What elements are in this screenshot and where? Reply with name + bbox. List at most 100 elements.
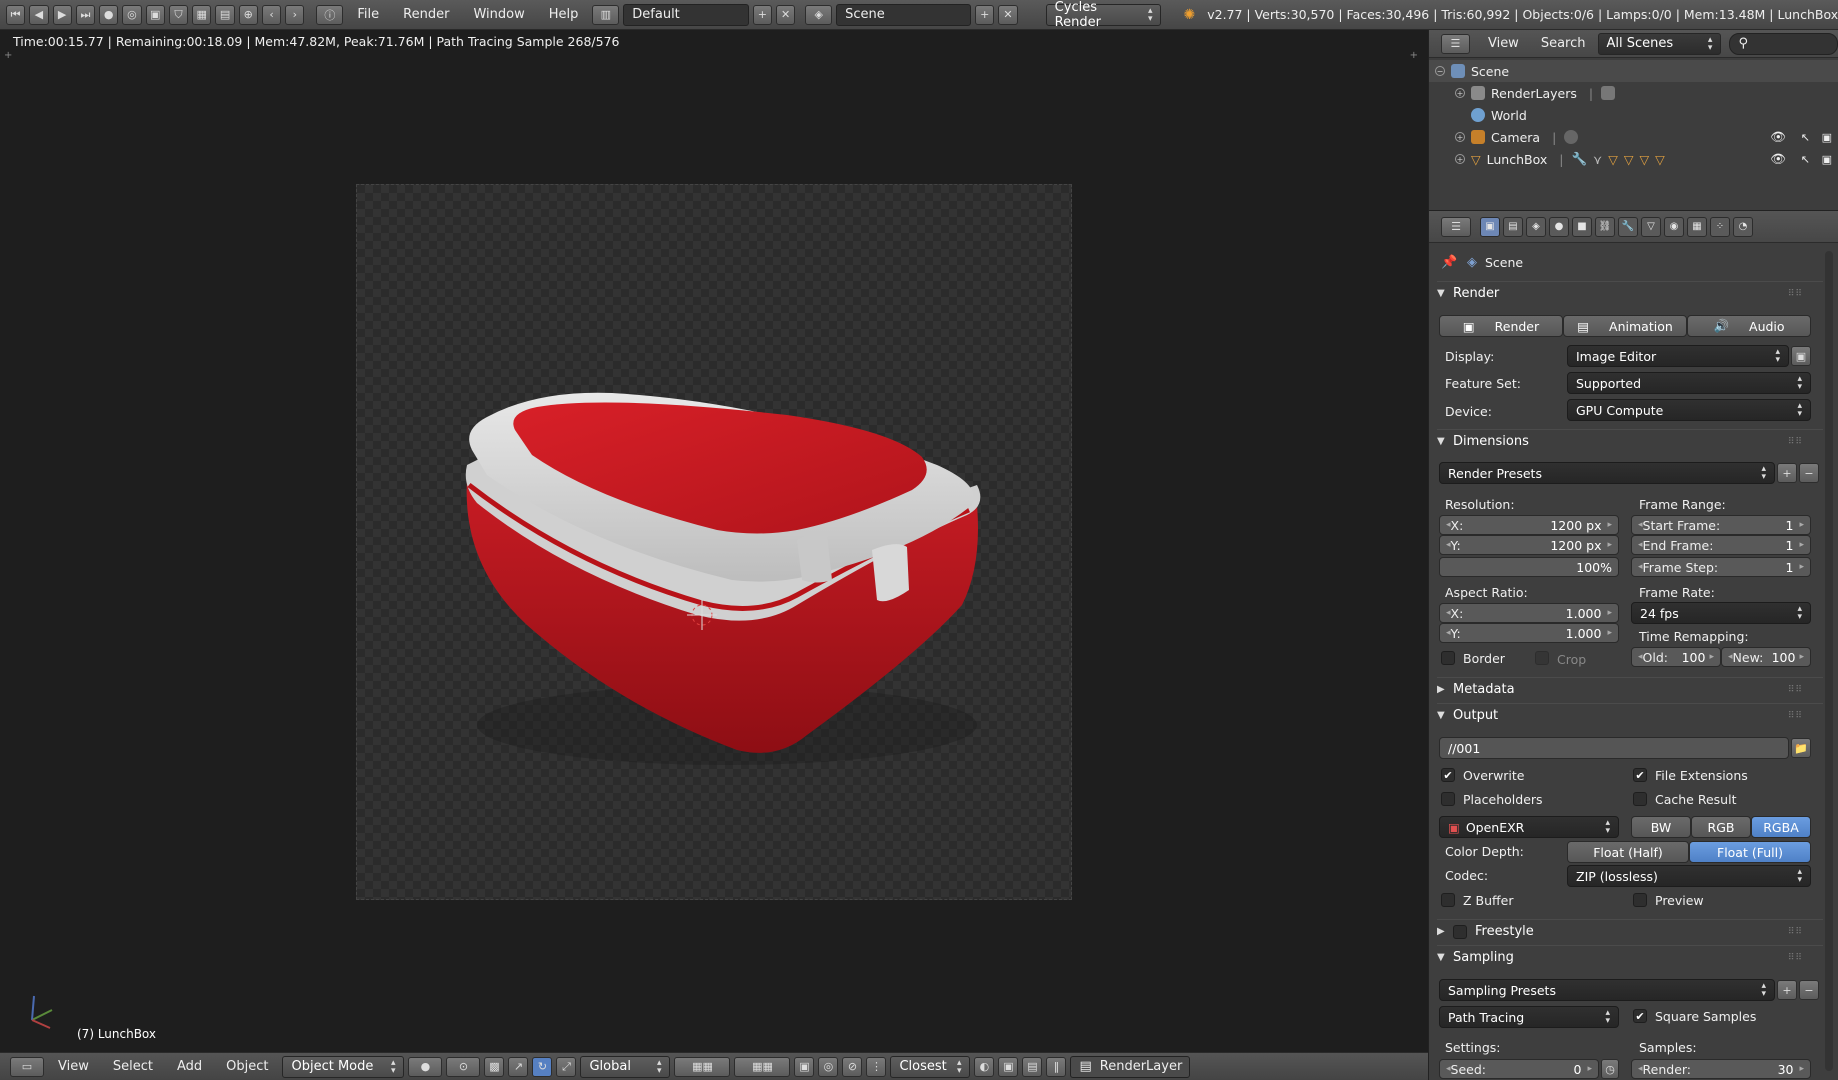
pivot-icon[interactable]: ⊙ bbox=[446, 1056, 481, 1077]
seed-field[interactable]: ◂ Seed: 0 ▸ bbox=[1439, 1059, 1599, 1079]
end-frame-field[interactable]: ◂ End Frame: 1 ▸ bbox=[1631, 535, 1811, 555]
remove-preset-icon[interactable]: − bbox=[1799, 980, 1819, 1000]
info-editor-icon[interactable]: ⓘ bbox=[316, 4, 344, 25]
placeholders-checkbox[interactable] bbox=[1441, 792, 1455, 806]
particles-tab-icon[interactable]: ⁘ bbox=[1710, 216, 1730, 237]
texture-tab-icon[interactable]: ▦ bbox=[1687, 216, 1707, 237]
editor-type-icon[interactable]: ☰ bbox=[1441, 33, 1470, 54]
remove-scene-icon[interactable]: ✕ bbox=[998, 4, 1018, 25]
folder-icon[interactable]: 📁 bbox=[1791, 738, 1811, 758]
overwrite-checkbox[interactable]: ✔ bbox=[1441, 768, 1455, 782]
audio-button[interactable]: 🔊 Audio bbox=[1687, 315, 1811, 337]
play-reverse-icon[interactable]: ◀ bbox=[29, 4, 49, 25]
jump-start-icon[interactable]: ⏮ bbox=[6, 4, 26, 25]
collapse-icon[interactable]: − bbox=[1435, 66, 1445, 76]
menu-select[interactable]: Select bbox=[103, 1059, 163, 1074]
scale-icon[interactable]: ⤢ bbox=[556, 1056, 577, 1077]
play-icon[interactable]: ▶ bbox=[52, 4, 72, 25]
render-camera-icon[interactable]: ▣ bbox=[1822, 153, 1832, 166]
drag-handle-icon[interactable]: ⠿⠿ bbox=[1788, 685, 1803, 695]
orientation-dropdown[interactable]: Global ▴ ▾ bbox=[580, 1055, 671, 1078]
integrator-dropdown[interactable]: Path Tracing ▴ ▾ bbox=[1439, 1006, 1619, 1028]
file-format-dropdown[interactable]: ▣ OpenEXR ▴ ▾ bbox=[1439, 816, 1619, 838]
wrench-icon[interactable]: 🔧 bbox=[1571, 151, 1587, 167]
panel-dimensions[interactable]: ▼ Dimensions ⠿⠿ bbox=[1437, 429, 1823, 453]
image-icon[interactable]: ▣ bbox=[1791, 346, 1811, 366]
pause-icon[interactable]: ‖ bbox=[1046, 1056, 1067, 1077]
snap-icon[interactable]: ⊘ bbox=[842, 1056, 863, 1077]
eye-icon[interactable]: 👁 bbox=[1770, 129, 1786, 145]
editor-type-icon[interactable]: ☰ bbox=[1441, 216, 1471, 237]
keying-icon[interactable]: ◎ bbox=[122, 4, 142, 25]
mesh-data-icon[interactable]: ⋎ bbox=[1593, 152, 1602, 167]
render-still-icon[interactable]: ▣ bbox=[998, 1056, 1019, 1077]
menu-view[interactable]: View bbox=[48, 1059, 99, 1074]
remove-preset-icon[interactable]: − bbox=[1799, 463, 1819, 483]
square-samples-checkbox[interactable]: ✔ bbox=[1633, 1009, 1647, 1023]
display-mode-dropdown[interactable]: All Scenes ▴ ▾ bbox=[1597, 32, 1722, 55]
resolution-y-field[interactable]: ◂ Y: 1200 px ▸ bbox=[1439, 535, 1619, 555]
menu-search[interactable]: Search bbox=[1537, 36, 1590, 51]
sampling-presets-dropdown[interactable]: Sampling Presets ▴ ▾ bbox=[1439, 979, 1775, 1001]
device-dropdown[interactable]: GPU Compute ▴ ▾ bbox=[1567, 399, 1811, 421]
tree-item-lunchbox[interactable]: + ▽ LunchBox | 🔧 ⋎ ▽ ▽ ▽ ▽ 👁 ↖ ▣ bbox=[1429, 148, 1838, 170]
codec-dropdown[interactable]: ZIP (lossless) ▴ ▾ bbox=[1567, 865, 1811, 887]
float-half-button[interactable]: Float (Half) bbox=[1567, 841, 1689, 863]
select-cursor-icon[interactable]: ↖ bbox=[1801, 153, 1810, 166]
physics-tab-icon[interactable]: ◔ bbox=[1733, 216, 1753, 237]
screen-layout-field[interactable]: Default bbox=[623, 3, 749, 26]
frame-rate-dropdown[interactable]: 24 fps ▴ ▾ bbox=[1631, 602, 1811, 624]
scene-field[interactable]: Scene bbox=[836, 3, 972, 26]
layers-icon[interactable]: ▦▦ bbox=[734, 1056, 791, 1077]
panel-metadata[interactable]: ▶ Metadata ⠿⠿ bbox=[1437, 677, 1823, 701]
object-tab-icon[interactable]: ■ bbox=[1572, 216, 1592, 237]
add-scene-icon[interactable]: + bbox=[975, 4, 995, 25]
camera-data-icon[interactable] bbox=[1564, 130, 1579, 144]
drag-handle-icon[interactable]: ⠿⠿ bbox=[1788, 711, 1803, 721]
renderlayer-icon[interactable] bbox=[1601, 86, 1616, 100]
tree-item-camera[interactable]: + Camera | 👁 ↖ ▣ bbox=[1429, 126, 1838, 148]
add-preset-icon[interactable]: + bbox=[1777, 463, 1797, 483]
preview-checkbox[interactable] bbox=[1633, 893, 1647, 907]
new-file-icon[interactable]: ▣ bbox=[145, 4, 165, 25]
menu-render[interactable]: Render bbox=[393, 7, 459, 22]
modifiers-tab-icon[interactable]: 🔧 bbox=[1618, 216, 1638, 237]
pin-icon[interactable]: 📌 bbox=[1441, 255, 1457, 270]
record-icon[interactable]: ● bbox=[99, 4, 119, 25]
menu-object[interactable]: Object bbox=[216, 1059, 278, 1074]
render-engine-dropdown[interactable]: Cycles Render ▴ ▾ bbox=[1045, 0, 1162, 30]
render-tab-icon[interactable]: ▣ bbox=[1480, 216, 1500, 237]
mesh-icon[interactable]: ▽ bbox=[1655, 152, 1665, 167]
clock-icon[interactable]: ◷ bbox=[1601, 1059, 1619, 1079]
outliner-search-input[interactable]: ⚲ bbox=[1729, 32, 1838, 55]
menu-window[interactable]: Window bbox=[463, 7, 534, 22]
corner-plus-icon[interactable]: + bbox=[1410, 50, 1418, 61]
outliner[interactable]: ☰ View Search All Scenes ▴ ▾ ⚲ − Scene + … bbox=[1428, 30, 1838, 210]
color-bw-button[interactable]: BW bbox=[1631, 816, 1691, 838]
output-path-input[interactable]: //001 bbox=[1439, 737, 1789, 759]
lock-layer-icon[interactable]: ▣ bbox=[794, 1056, 815, 1077]
mesh-icon[interactable]: ▽ bbox=[1608, 152, 1618, 167]
mesh-icon[interactable]: ▽ bbox=[1624, 152, 1634, 167]
panel-render[interactable]: ▼ Render ⠿⠿ bbox=[1437, 281, 1823, 305]
layers-icon[interactable]: ▦▦ bbox=[674, 1056, 731, 1077]
render-presets-dropdown[interactable]: Render Presets ▴ ▾ bbox=[1439, 462, 1775, 484]
render-layers-tab-icon[interactable]: ▤ bbox=[1503, 216, 1523, 237]
next-keyframe-icon[interactable]: › bbox=[285, 4, 305, 25]
editor-type-icon[interactable]: ▭ bbox=[10, 1056, 44, 1077]
menu-file[interactable]: File bbox=[347, 7, 389, 22]
scene-icon[interactable]: ◈ bbox=[805, 4, 833, 25]
tree-item-world[interactable]: World bbox=[1429, 104, 1838, 126]
jump-end-icon[interactable]: ⏭ bbox=[75, 4, 96, 25]
panel-sampling[interactable]: ▼ Sampling ⠿⠿ bbox=[1437, 945, 1823, 969]
remap-new-field[interactable]: ◂ New: 100 ▸ bbox=[1721, 647, 1811, 667]
expand-icon[interactable]: + bbox=[1455, 132, 1465, 142]
render-camera-icon[interactable]: ▣ bbox=[1822, 131, 1832, 144]
frame-step-field[interactable]: ◂ Frame Step: 1 ▸ bbox=[1631, 557, 1811, 577]
render-anim-icon[interactable]: ▤ bbox=[1022, 1056, 1043, 1077]
aspect-y-field[interactable]: ◂ Y: 1.000 ▸ bbox=[1439, 623, 1619, 643]
zbuffer-checkbox[interactable] bbox=[1441, 893, 1455, 907]
constraints-tab-icon[interactable]: ⛓ bbox=[1595, 216, 1615, 237]
world-tab-icon[interactable]: ● bbox=[1549, 216, 1569, 237]
render-button[interactable]: ▣ Render bbox=[1439, 315, 1563, 337]
